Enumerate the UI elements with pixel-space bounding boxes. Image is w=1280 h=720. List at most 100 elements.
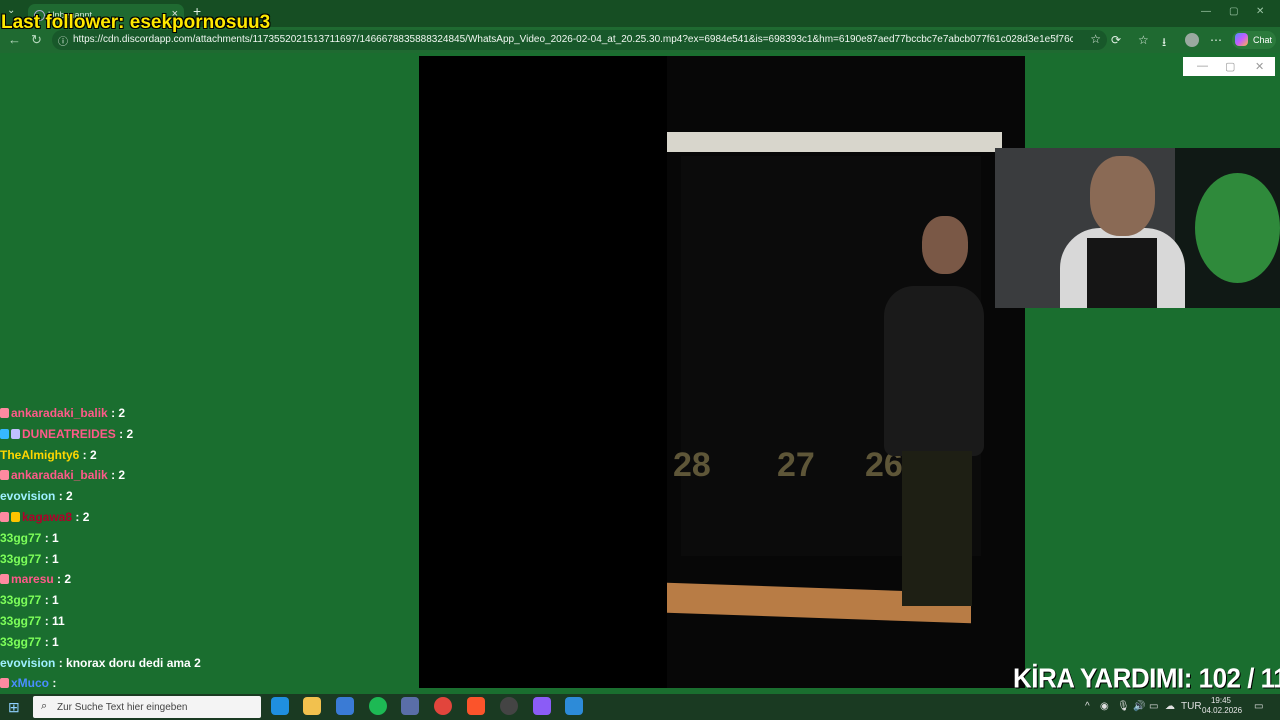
favorite-star-icon[interactable]: ☆ xyxy=(1090,32,1101,46)
video-player[interactable]: 28 27 26 xyxy=(419,56,1025,688)
taskbar-clock[interactable]: 19:45 04.02.2026 xyxy=(1202,696,1243,716)
chat-badges xyxy=(0,572,11,586)
chat-text: 1 xyxy=(52,634,59,649)
streamer-vest xyxy=(1087,238,1157,308)
chat-message: ankaradaki_balik : 2 xyxy=(0,406,415,427)
chat-text: 2 xyxy=(118,468,126,483)
chat-username[interactable]: evovision xyxy=(0,656,55,670)
chat-message: kagawa8 : 2 xyxy=(0,510,415,531)
chat-text: 1 xyxy=(52,551,59,566)
brave-icon[interactable] xyxy=(467,697,485,715)
chat-badges xyxy=(0,510,22,524)
chat-username[interactable]: TheAlmighty6 xyxy=(0,448,79,462)
file-explorer-icon[interactable] xyxy=(303,697,321,715)
chat-message: 33gg77 : 1 xyxy=(0,635,415,656)
chat-badge-icon xyxy=(11,511,20,522)
remote-app-icon[interactable] xyxy=(565,697,583,715)
last-follower-overlay: Last follower: esekpornosuu3 xyxy=(1,12,271,33)
chat-username[interactable]: ankaradaki_balik xyxy=(11,468,108,482)
obs-icon[interactable] xyxy=(500,697,518,715)
donation-counter: KİRA YARDIMI: 102 / 110 xyxy=(1013,662,1280,694)
chat-separator: : xyxy=(72,509,83,524)
chat-message: DUNEATREIDES : 2 xyxy=(0,427,415,448)
calculator-icon[interactable] xyxy=(401,697,419,715)
popup-minimize-icon[interactable]: — xyxy=(1197,60,1208,72)
chat-username[interactable]: 33gg77 xyxy=(0,552,41,566)
chat-username[interactable]: 33gg77 xyxy=(0,593,41,607)
search-icon: ⌕ xyxy=(41,700,48,712)
chat-separator: : xyxy=(41,613,53,628)
copilot-icon xyxy=(1235,33,1248,46)
microphone-icon[interactable]: 🎙 xyxy=(1117,701,1130,712)
chat-message: ankaradaki_balik : 2 xyxy=(0,468,415,489)
chat-username[interactable]: xMuco xyxy=(11,676,49,690)
chat-username[interactable]: maresu xyxy=(11,572,54,586)
popup-maximize-icon[interactable]: ▢ xyxy=(1225,60,1235,73)
copilot-chat-button[interactable]: Chat xyxy=(1232,31,1276,49)
more-menu-icon[interactable]: ⋯ xyxy=(1210,33,1222,47)
site-info-icon[interactable]: ⓘ xyxy=(58,33,68,48)
show-hidden-icons-chevron-icon[interactable]: ^ xyxy=(1085,701,1090,712)
window-close-icon[interactable]: ✕ xyxy=(1256,6,1264,17)
chat-badge-icon xyxy=(0,678,9,689)
chat-message: 33gg77 : 1 xyxy=(0,531,415,552)
locker-number-decoration: 27 xyxy=(777,446,815,484)
volume-icon[interactable]: 🔊 xyxy=(1133,701,1145,712)
popup-window-controls: — ▢ ✕ xyxy=(1183,57,1275,76)
locker-room-scene: 28 27 26 xyxy=(667,56,1025,688)
chat-username[interactable]: 33gg77 xyxy=(0,635,41,649)
chat-message: evovision : knorax doru dedi ama 2 xyxy=(0,656,415,677)
chat-separator: : xyxy=(115,426,127,441)
spotify-icon[interactable] xyxy=(369,697,387,715)
chat-badges xyxy=(0,406,11,420)
chat-badge-icon xyxy=(0,470,9,481)
person-legs xyxy=(902,451,972,606)
extensions-icon[interactable]: ⟳ xyxy=(1111,33,1121,47)
chat-username[interactable]: evovision xyxy=(0,489,55,503)
chrome-icon[interactable] xyxy=(434,697,452,715)
locker-number-decoration: 28 xyxy=(673,446,711,484)
store-app-icon[interactable] xyxy=(336,697,354,715)
popup-close-icon[interactable]: ✕ xyxy=(1255,60,1264,73)
chat-message: 33gg77 : 1 xyxy=(0,593,415,614)
poster-planet xyxy=(1195,173,1280,283)
chat-badge-icon xyxy=(11,428,20,439)
maximize-icon[interactable]: ▢ xyxy=(1229,6,1238,17)
chat-text: 1 xyxy=(52,593,59,608)
minimize-icon[interactable]: — xyxy=(1201,6,1211,17)
chat-badges xyxy=(0,427,22,441)
edge-app-icon[interactable] xyxy=(271,697,289,715)
person-torso xyxy=(884,286,984,456)
chat-username[interactable]: ankaradaki_balik xyxy=(11,406,108,420)
chat-username[interactable]: 33gg77 xyxy=(0,614,41,628)
favorites-icon[interactable]: ☆ xyxy=(1138,33,1149,47)
chat-username[interactable]: 33gg77 xyxy=(0,531,41,545)
security-icon[interactable]: ◉ xyxy=(1100,701,1109,712)
network-icon[interactable]: ▭ xyxy=(1149,701,1158,712)
downloads-icon[interactable]: ⭳ xyxy=(1162,33,1166,54)
chat-username[interactable]: DUNEATREIDES xyxy=(22,427,116,441)
chat-separator: : xyxy=(55,489,67,504)
url-text[interactable]: https://cdn.discordapp.com/attachments/1… xyxy=(73,34,1073,45)
taskbar-search-input[interactable]: ⌕ Zur Suche Text hier eingeben xyxy=(33,696,261,718)
onedrive-icon[interactable]: ☁ xyxy=(1165,701,1175,712)
chat-badge-icon xyxy=(0,511,9,522)
webcam-feed xyxy=(995,148,1280,308)
language-indicator[interactable]: TUR xyxy=(1181,701,1202,712)
chat-badges xyxy=(0,468,11,482)
profile-avatar[interactable] xyxy=(1185,33,1199,47)
chat-text: 2 xyxy=(66,489,73,504)
discord-icon[interactable] xyxy=(533,697,551,715)
chat-badge-icon xyxy=(0,408,9,418)
chat-message: evovision : 2 xyxy=(0,489,415,510)
reload-icon[interactable]: ↻ xyxy=(31,32,42,48)
clock-date: 04.02.2026 xyxy=(1202,706,1243,715)
chat-text: 2 xyxy=(90,447,97,462)
chat-separator: : xyxy=(53,572,65,587)
start-windows-icon[interactable]: ⊞ xyxy=(8,699,24,715)
back-icon[interactable]: ← xyxy=(8,32,21,47)
chat-text: 11 xyxy=(52,613,65,628)
notifications-icon[interactable]: ▭ xyxy=(1254,701,1263,712)
chat-username[interactable]: kagawa8 xyxy=(22,510,72,524)
chat-badge-icon xyxy=(0,574,9,585)
